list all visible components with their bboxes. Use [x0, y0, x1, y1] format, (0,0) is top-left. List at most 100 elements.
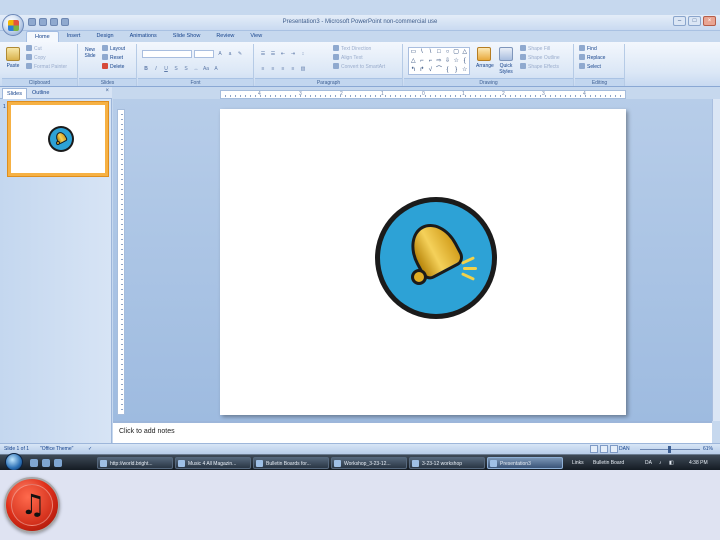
shape-check-icon[interactable]: √: [426, 66, 435, 75]
line-spacing-icon[interactable]: ↕: [299, 50, 307, 58]
tab-animations[interactable]: Animations: [122, 31, 165, 42]
underline-icon[interactable]: U: [162, 65, 170, 73]
convert-smartart-button[interactable]: Convert to SmartArt: [333, 63, 385, 72]
numbering-icon[interactable]: ☰: [269, 50, 277, 58]
arrange-button[interactable]: Arrange: [476, 47, 494, 69]
bold-icon[interactable]: B: [142, 65, 150, 73]
normal-view-icon[interactable]: [590, 445, 598, 453]
tab-slide-show[interactable]: Slide Show: [165, 31, 209, 42]
decrease-indent-icon[interactable]: ⇤: [279, 50, 287, 58]
tab-home[interactable]: Home: [26, 31, 59, 42]
shape-star2-icon[interactable]: ☆: [460, 66, 469, 75]
quick-styles-button[interactable]: Quick Styles: [498, 47, 514, 75]
close-icon[interactable]: ×: [703, 16, 716, 26]
maximize-icon[interactable]: □: [688, 16, 701, 26]
shape-brace-left-icon[interactable]: {: [443, 66, 452, 75]
italic-icon[interactable]: I: [152, 65, 160, 73]
tab-insert[interactable]: Insert: [59, 31, 89, 42]
shape-rounded-icon[interactable]: ▢: [452, 48, 461, 57]
shape-oval-icon[interactable]: ○: [443, 48, 452, 57]
shape-arrow-down-icon[interactable]: ⇩: [443, 57, 452, 66]
spacing-icon[interactable]: ↔: [192, 65, 200, 73]
tab-review[interactable]: Review: [208, 31, 242, 42]
cut-button[interactable]: Cut: [26, 45, 42, 54]
tab-design[interactable]: Design: [88, 31, 121, 42]
shape-bend-icon[interactable]: ↱: [418, 66, 427, 75]
shape-star-icon[interactable]: ☆: [452, 57, 461, 66]
shape-fill-button[interactable]: Shape Fill: [520, 45, 550, 54]
taskbar-item-active[interactable]: Presentation3: [487, 457, 563, 469]
shape-line2-icon[interactable]: \: [426, 48, 435, 57]
zoom-thumb[interactable]: [668, 446, 671, 453]
reset-button[interactable]: Reset: [102, 54, 123, 63]
font-size-field[interactable]: [194, 50, 214, 58]
taskbar-item[interactable]: http://world.bright...: [97, 457, 173, 469]
select-button[interactable]: Select: [579, 63, 601, 72]
shape-rectangle-icon[interactable]: ▭: [409, 48, 418, 57]
shape-brace-icon[interactable]: {: [460, 57, 469, 66]
layout-button[interactable]: Layout: [102, 45, 125, 54]
bullets-icon[interactable]: ☰: [259, 50, 267, 58]
change-case-icon[interactable]: Aa: [202, 65, 210, 73]
shape-smile-icon[interactable]: ⌒: [435, 66, 444, 75]
font-color-icon[interactable]: A: [212, 65, 220, 73]
tab-slides[interactable]: Slides: [2, 88, 27, 99]
delete-button[interactable]: Delete: [102, 63, 124, 72]
tray-app[interactable]: Bulletin Board: [593, 457, 624, 469]
font-name-field[interactable]: [142, 50, 192, 58]
folder-icon[interactable]: [54, 459, 62, 467]
shape-line-icon[interactable]: \: [418, 48, 427, 57]
clear-format-icon[interactable]: ✎: [236, 50, 244, 58]
justify-icon[interactable]: ≡: [289, 65, 297, 73]
taskbar-item[interactable]: Music 4 All Magazin...: [175, 457, 251, 469]
format-painter-button[interactable]: Format Painter: [26, 63, 67, 72]
new-slide-button[interactable]: New Slide: [82, 47, 316, 170]
tray-links[interactable]: Links: [572, 457, 584, 469]
taskbar-item[interactable]: Bulletin Boards for...: [253, 457, 329, 469]
shape-outline-button[interactable]: Shape Outline: [520, 54, 560, 63]
bell-icon[interactable]: [375, 197, 497, 319]
columns-icon[interactable]: ▥: [299, 65, 307, 73]
network-icon[interactable]: ◧: [669, 457, 674, 469]
tab-view[interactable]: View: [242, 31, 270, 42]
shrink-font-icon[interactable]: a: [226, 50, 234, 58]
shape-effects-button[interactable]: Shape Effects: [520, 63, 559, 72]
shape-elbow-icon[interactable]: ⌐: [418, 57, 427, 66]
tray-language[interactable]: DA: [645, 457, 652, 469]
copy-button[interactable]: Copy: [26, 54, 46, 63]
media-icon[interactable]: [42, 459, 50, 467]
slideshow-view-icon[interactable]: [610, 445, 618, 453]
sorter-view-icon[interactable]: [600, 445, 608, 453]
strikethrough-icon[interactable]: S: [172, 65, 180, 73]
align-center-icon[interactable]: ≡: [269, 65, 277, 73]
align-right-icon[interactable]: ≡: [279, 65, 287, 73]
tab-outline[interactable]: Outline: [28, 88, 53, 98]
shape-elbow2-icon[interactable]: ⌐: [426, 57, 435, 66]
spelling-icon[interactable]: ✓: [88, 445, 92, 454]
windows-start-icon[interactable]: [5, 453, 23, 470]
shape-rect-icon[interactable]: □: [435, 48, 444, 57]
text-direction-button[interactable]: Text Direction: [333, 45, 371, 54]
slide-canvas[interactable]: [220, 109, 626, 415]
shape-triangle2-icon[interactable]: △: [409, 57, 418, 66]
increase-indent-icon[interactable]: ⇥: [289, 50, 297, 58]
paste-button[interactable]: Paste: [5, 47, 21, 69]
ie-icon[interactable]: [30, 459, 38, 467]
shape-curve-icon[interactable]: ↰: [409, 66, 418, 75]
align-text-button[interactable]: Align Text: [333, 54, 363, 63]
shape-brace-right-icon[interactable]: }: [452, 66, 461, 75]
grow-font-icon[interactable]: A: [216, 50, 224, 58]
slide-thumbnail[interactable]: [8, 102, 108, 176]
shadow-icon[interactable]: S: [182, 65, 190, 73]
notes-pane[interactable]: Click to add notes: [113, 421, 712, 443]
taskbar-item[interactable]: Workshop_3-23-12...: [331, 457, 407, 469]
shapes-gallery[interactable]: ▭ \ \ □ ○ ▢ △ △ ⌐ ⌐ ⇨ ⇩ ☆ { ↰ ↱ √ ⌒ { }: [408, 47, 470, 75]
find-button[interactable]: Find: [579, 45, 597, 54]
shape-arrow-right-icon[interactable]: ⇨: [435, 57, 444, 66]
shape-triangle-icon[interactable]: △: [460, 48, 469, 57]
replace-button[interactable]: Replace: [579, 54, 605, 63]
pane-close-icon[interactable]: ×: [105, 88, 109, 94]
align-left-icon[interactable]: ≡: [259, 65, 267, 73]
zoom-slider[interactable]: [640, 446, 700, 453]
office-button[interactable]: [2, 14, 24, 36]
